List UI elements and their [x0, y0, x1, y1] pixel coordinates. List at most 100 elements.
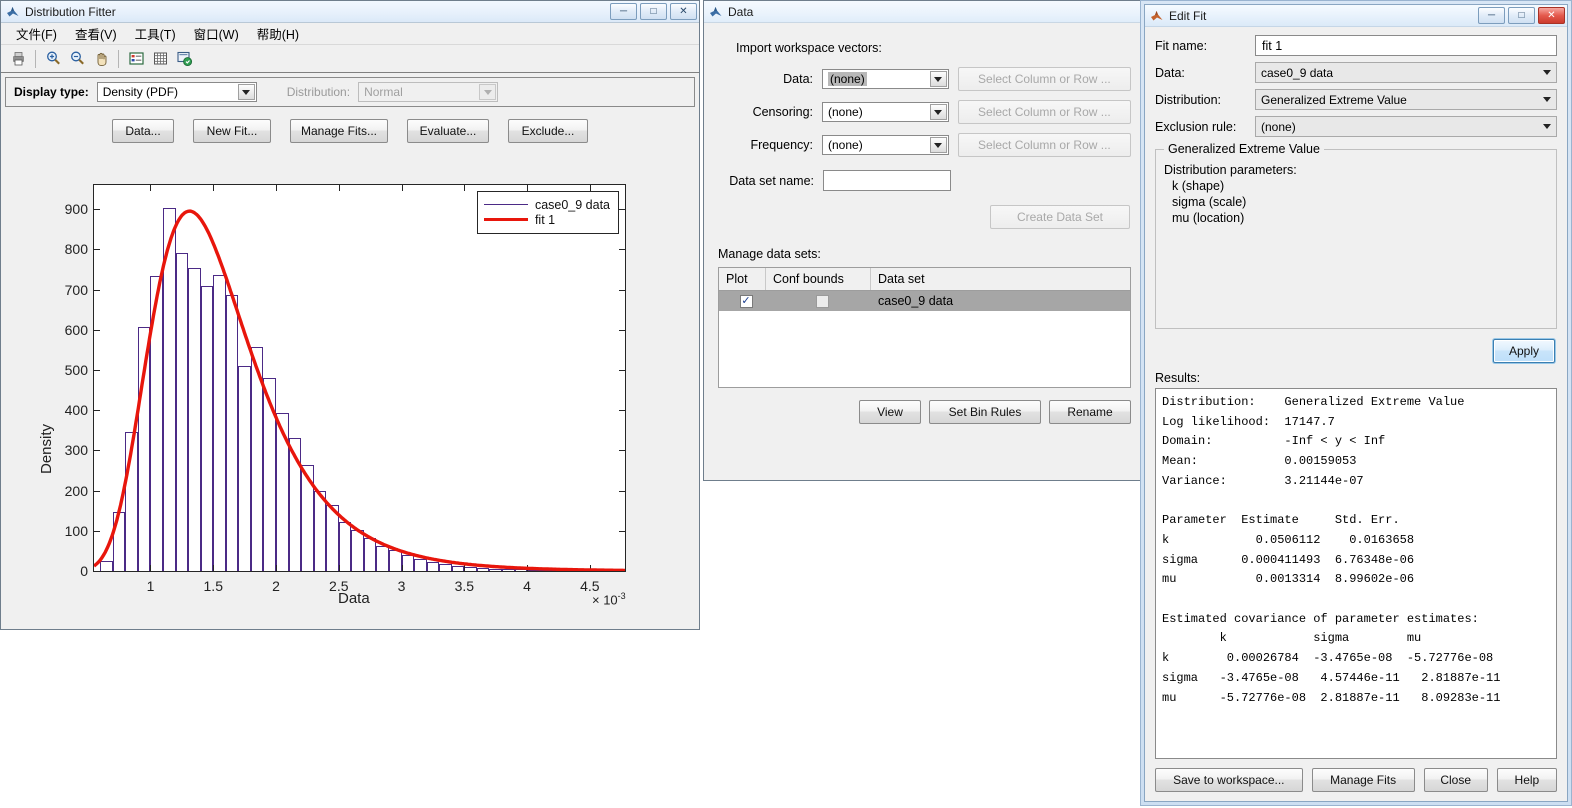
y-tick-mark — [619, 410, 625, 412]
x-tick-label: 2 — [272, 578, 280, 594]
chevron-down-icon[interactable] — [1538, 64, 1555, 81]
manage-fits-button[interactable]: Manage Fits... — [290, 119, 388, 143]
conf-bounds-checkbox[interactable] — [815, 294, 829, 308]
exclusion-rule-select[interactable]: (none) — [1255, 116, 1557, 137]
menu-view[interactable]: 查看(V) — [66, 22, 126, 45]
x-tick-mark — [589, 185, 591, 191]
y-tick-mark — [94, 571, 100, 572]
new-fit-button[interactable]: New Fit... — [193, 119, 271, 143]
copy-figure-icon[interactable] — [173, 48, 195, 70]
data-select[interactable]: (none) — [822, 69, 949, 89]
maximize-button[interactable]: □ — [640, 3, 667, 20]
histogram-bar — [313, 490, 327, 571]
close-button[interactable]: ✕ — [670, 3, 697, 20]
fit-name-input[interactable]: fit 1 — [1255, 35, 1557, 56]
conf-bounds-checkbox-cell[interactable] — [766, 291, 871, 311]
display-type-combo[interactable]: Density (PDF) — [96, 82, 257, 102]
legend-label-fit: fit 1 — [534, 212, 556, 227]
exclude-button[interactable]: Exclude... — [508, 119, 588, 143]
data-button[interactable]: Data... — [112, 119, 174, 143]
table-row[interactable]: ✓ case0_9 data — [719, 291, 1130, 311]
y-tick-mark — [94, 490, 100, 492]
fit-distribution-select[interactable]: Generalized Extreme Value — [1255, 89, 1557, 110]
plot-checkbox[interactable]: ✓ — [739, 294, 753, 308]
histogram-bar — [539, 570, 553, 571]
y-tick-label: 400 — [64, 402, 88, 419]
frequency-select[interactable]: (none) — [822, 135, 949, 155]
histogram-bar — [351, 530, 364, 571]
action-button-row: Data... New Fit... Manage Fits... Evalua… — [1, 119, 699, 143]
column-plot: Plot — [719, 268, 766, 290]
pan-icon[interactable] — [90, 48, 112, 70]
results-text: Distribution: Generalized Extreme Value … — [1155, 388, 1557, 759]
distribution-value: Normal — [364, 85, 403, 99]
histogram-bar — [188, 267, 201, 571]
data-set-name-row: Data set name: — [718, 170, 1131, 191]
x-tick-mark — [276, 565, 278, 571]
chevron-down-icon[interactable] — [1538, 118, 1555, 135]
manage-fits-button[interactable]: Manage Fits — [1311, 768, 1415, 792]
chevron-down-icon[interactable] — [929, 71, 947, 87]
data-set-name-input[interactable] — [823, 170, 951, 191]
plot-checkbox-cell[interactable]: ✓ — [719, 291, 766, 311]
param-mu: mu (location) — [1172, 211, 1245, 225]
exclusion-rule-row: Exclusion rule: (none) — [1155, 116, 1557, 137]
menu-tools[interactable]: 工具(T) — [126, 22, 185, 45]
histogram-bar — [213, 275, 226, 571]
x-tick-mark — [464, 185, 466, 191]
x-tick-mark — [527, 565, 529, 571]
set-bin-rules-button[interactable]: Set Bin Rules — [929, 400, 1041, 424]
fit-data-value: case0_9 data — [1261, 65, 1334, 80]
print-icon[interactable] — [7, 48, 29, 70]
legend-swatch-fit — [483, 218, 528, 221]
grid-icon[interactable] — [149, 48, 171, 70]
histogram-bar — [200, 286, 214, 571]
y-tick-mark — [94, 369, 100, 371]
y-tick-mark — [619, 490, 625, 492]
chevron-down-icon[interactable] — [929, 137, 947, 153]
censoring-select[interactable]: (none) — [822, 102, 949, 122]
x-tick-mark — [401, 565, 403, 571]
evaluate-button[interactable]: Evaluate... — [407, 119, 489, 143]
view-button[interactable]: View — [859, 400, 921, 424]
chevron-down-icon[interactable] — [929, 104, 947, 120]
data-select-value: (none) — [828, 72, 867, 86]
y-tick-mark — [619, 530, 625, 532]
censoring-field-row: Censoring: (none) Select Column or Row .… — [718, 100, 1131, 124]
x-tick-mark — [589, 565, 591, 571]
y-tick-label: 500 — [64, 361, 88, 378]
fit-distribution-value: Generalized Extreme Value — [1261, 92, 1407, 107]
histogram-plot: Density Data × 10-3 case0_9 data fit 1 0… — [8, 164, 692, 622]
x-tick-label: 3 — [397, 578, 406, 594]
help-button[interactable]: Help — [1496, 768, 1557, 792]
close-button[interactable]: ✕ — [1538, 7, 1565, 24]
close-button-bottom[interactable]: Close — [1423, 768, 1488, 792]
legend-icon[interactable] — [125, 48, 147, 70]
menubar: 文件(F) 查看(V) 工具(T) 窗口(W) 帮助(H) — [1, 23, 699, 45]
menu-window[interactable]: 窗口(W) — [185, 22, 248, 45]
chevron-down-icon[interactable] — [1538, 91, 1555, 108]
save-to-workspace-button[interactable]: Save to workspace... — [1155, 768, 1303, 792]
minimize-button[interactable]: ─ — [610, 3, 637, 20]
param-sigma: sigma (scale) — [1172, 195, 1247, 209]
histogram-bar — [288, 437, 302, 571]
fit-data-label: Data: — [1155, 65, 1185, 80]
maximize-button[interactable]: □ — [1508, 7, 1535, 24]
rename-button[interactable]: Rename — [1049, 400, 1131, 424]
zoom-out-icon[interactable] — [66, 48, 88, 70]
toolbar — [1, 45, 699, 73]
apply-button[interactable]: Apply — [1493, 339, 1555, 363]
chevron-down-icon[interactable] — [237, 84, 255, 100]
fit-data-row: Data: case0_9 data — [1155, 62, 1557, 83]
minimize-button[interactable]: ─ — [1478, 7, 1505, 24]
menu-help[interactable]: 帮助(H) — [248, 22, 308, 45]
histogram-bar — [476, 567, 490, 571]
menu-file[interactable]: 文件(F) — [7, 22, 66, 45]
matlab-logo-icon — [709, 5, 723, 18]
histogram-bar — [363, 537, 377, 571]
histogram-bar — [489, 568, 502, 571]
plot-legend: case0_9 data fit 1 — [476, 191, 619, 234]
fit-data-select[interactable]: case0_9 data — [1255, 62, 1557, 83]
x-tick-mark — [401, 185, 403, 191]
zoom-in-icon[interactable] — [42, 48, 64, 70]
